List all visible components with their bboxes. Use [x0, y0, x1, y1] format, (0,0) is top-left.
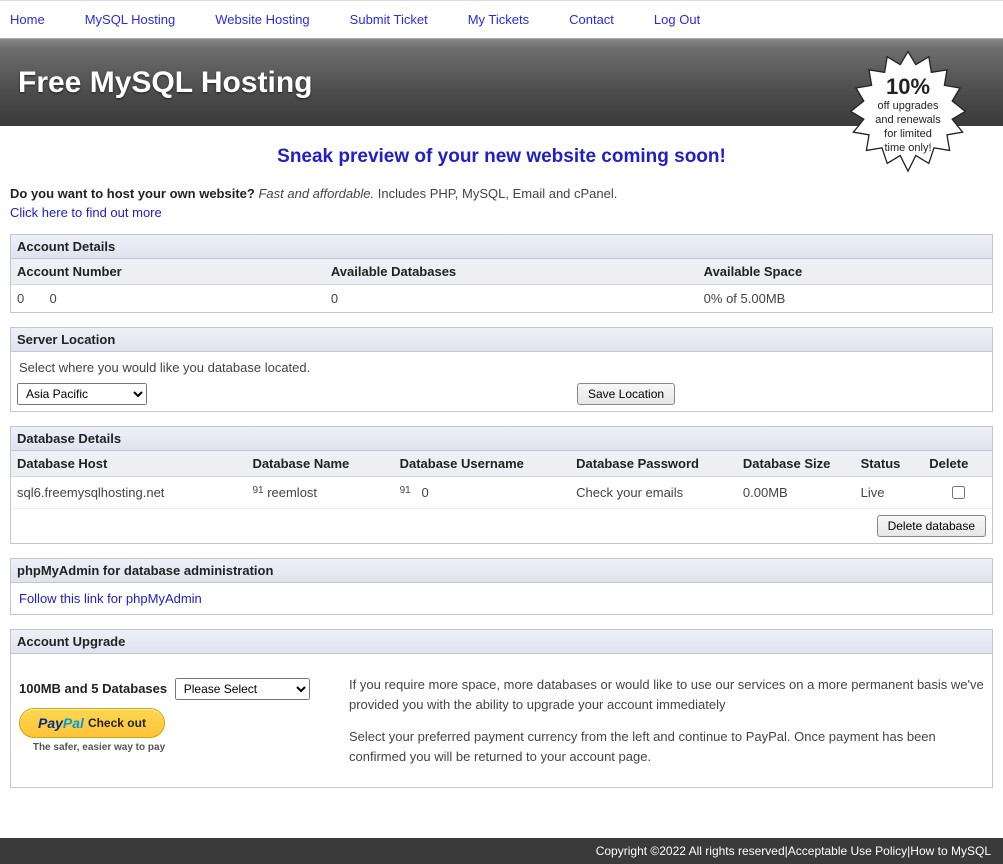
page-title: Free MySQL Hosting: [18, 66, 313, 100]
server-location-title: Server Location: [11, 328, 992, 352]
database-details-section: Database Details Database Host Database …: [10, 426, 993, 544]
account-number-a: 0: [17, 291, 24, 306]
host-learn-more-link[interactable]: Click here to find out more: [10, 205, 162, 220]
account-upgrade-section: Account Upgrade 100MB and 5 Databases Pl…: [10, 629, 993, 788]
server-location-section: Server Location Select where you would l…: [10, 327, 993, 412]
host-blurb-question: Do you want to host your own website?: [10, 186, 255, 201]
account-space: 0% of 5.00MB: [698, 285, 992, 313]
account-details-title: Account Details: [11, 235, 992, 259]
paypal-subtext: The safer, easier way to pay: [19, 742, 179, 753]
th-db-name: Database Name: [246, 451, 393, 477]
th-available-dbs: Available Databases: [325, 259, 698, 285]
nav-contact[interactable]: Contact: [569, 12, 614, 27]
db-user-b: 0: [422, 485, 429, 500]
upgrade-paragraph-2: Select your preferred payment currency f…: [349, 727, 984, 766]
th-db-status: Status: [855, 451, 924, 477]
footer-copy: Copyright ©2022 All rights reserved: [596, 844, 785, 858]
phpmyadmin-title: phpMyAdmin for database administration: [11, 559, 992, 583]
save-location-button[interactable]: Save Location: [577, 383, 675, 405]
nav-my-tickets[interactable]: My Tickets: [468, 12, 529, 27]
th-db-pwd: Database Password: [570, 451, 737, 477]
host-blurb-rest: Includes PHP, MySQL, Email and cPanel.: [374, 186, 617, 201]
host-blurb-italic: Fast and affordable.: [258, 186, 374, 201]
db-delete-checkbox[interactable]: [952, 486, 965, 499]
db-user-a: 91: [400, 485, 411, 496]
db-status: Live: [855, 477, 924, 509]
th-db-size: Database Size: [737, 451, 855, 477]
sneak-preview-banner: Sneak preview of your new website coming…: [0, 126, 1003, 186]
starburst-pct: 10%: [886, 73, 930, 101]
th-available-space: Available Space: [698, 259, 992, 285]
db-name-a: 91: [252, 485, 263, 496]
server-location-select[interactable]: Asia Pacific: [17, 383, 147, 405]
top-nav: Home MySQL Hosting Website Hosting Submi…: [0, 0, 1003, 38]
header-band: Free MySQL Hosting 10% off upgrades and …: [0, 38, 1003, 126]
footer-aup-link[interactable]: Acceptable Use Policy: [788, 844, 907, 858]
account-details-section: Account Details Account Number Available…: [10, 234, 993, 313]
upgrade-paragraph-1: If you require more space, more database…: [349, 675, 984, 714]
server-location-desc: Select where you would like you database…: [11, 352, 992, 377]
database-row: sql6.freemysqlhosting.net 91 reemlost 91…: [11, 477, 992, 509]
nav-mysql-hosting[interactable]: MySQL Hosting: [85, 12, 176, 27]
starburst-line1: off upgrades: [878, 100, 939, 114]
db-size: 0.00MB: [737, 477, 855, 509]
nav-website-hosting[interactable]: Website Hosting: [215, 12, 309, 27]
footer: Copyright ©2022 All rights reserved | Ac…: [0, 838, 1003, 864]
th-db-user: Database Username: [394, 451, 571, 477]
phpmyadmin-link[interactable]: Follow this link for phpMyAdmin: [19, 591, 202, 606]
host-blurb: Do you want to host your own website? Fa…: [10, 186, 993, 201]
upgrade-left-label: 100MB and 5 Databases: [19, 681, 167, 696]
upgrade-currency-select[interactable]: Please Select: [175, 678, 310, 700]
th-db-delete: Delete: [923, 451, 992, 477]
starburst-line2: and renewals: [875, 114, 940, 128]
nav-logout[interactable]: Log Out: [654, 12, 700, 27]
footer-how-link[interactable]: How to MySQL: [910, 844, 991, 858]
db-host: sql6.freemysqlhosting.net: [11, 477, 246, 509]
db-name-b: reemlost: [267, 485, 317, 500]
th-db-host: Database Host: [11, 451, 246, 477]
nav-home[interactable]: Home: [10, 12, 45, 27]
database-details-title: Database Details: [11, 427, 992, 451]
db-pwd: Check your emails: [570, 477, 737, 509]
account-upgrade-title: Account Upgrade: [11, 630, 992, 654]
paypal-checkout-button[interactable]: PayPal Check out: [19, 708, 165, 738]
account-row: 0 0 0 0% of 5.00MB: [11, 285, 992, 313]
account-dbs: 0: [325, 285, 698, 313]
paypal-logo: PayPal: [38, 715, 84, 731]
account-number-b: 0: [50, 291, 57, 306]
phpmyadmin-section: phpMyAdmin for database administration F…: [10, 558, 993, 615]
paypal-checkout-label: Check out: [88, 716, 146, 730]
th-account-number: Account Number: [11, 259, 325, 285]
nav-submit-ticket[interactable]: Submit Ticket: [350, 12, 428, 27]
delete-database-button[interactable]: Delete database: [877, 515, 986, 537]
